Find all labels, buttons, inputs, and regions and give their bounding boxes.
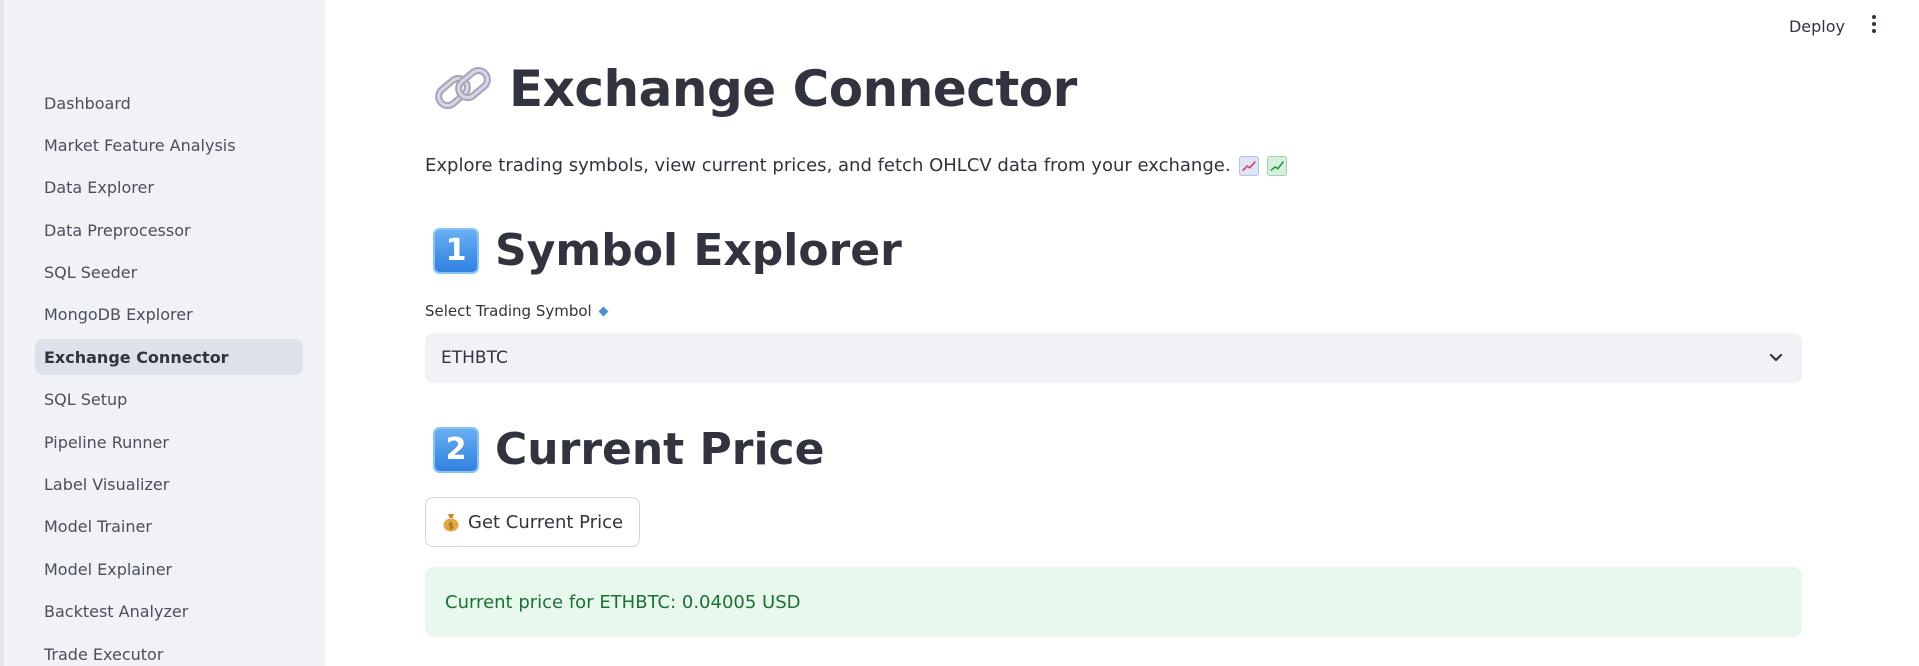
deploy-button[interactable]: Deploy [1789, 13, 1845, 40]
sidebar-item-dashboard[interactable]: Dashboard [35, 85, 303, 121]
required-diamond-icon [598, 306, 609, 316]
current-price-header: 2 Current Price [433, 424, 824, 475]
symbol-explorer-header: 1 Symbol Explorer [433, 225, 902, 276]
sidebar-nav: Dashboard Market Feature Analysis Data E… [35, 85, 303, 666]
kebab-menu-icon[interactable] [1867, 13, 1881, 35]
symbol-select-label: Select Trading Symbol [425, 302, 609, 320]
sidebar-item-trade-executor[interactable]: Trade Executor [35, 636, 303, 666]
sidebar-item-data-preprocessor[interactable]: Data Preprocessor [35, 212, 303, 248]
current-price-result-text: Current price for ETHBTC: 0.04005 USD [445, 591, 801, 613]
sidebar: Dashboard Market Feature Analysis Data E… [0, 0, 325, 666]
sidebar-item-sql-seeder[interactable]: SQL Seeder [35, 255, 303, 291]
app-root: Dashboard Market Feature Analysis Data E… [0, 0, 1919, 666]
keycap-two-icon: 2 [433, 426, 479, 473]
sidebar-item-exchange-connector[interactable]: Exchange Connector [35, 339, 303, 376]
keycap-one-icon: 1 [433, 227, 479, 274]
symbol-explorer-title: Symbol Explorer [495, 225, 902, 276]
sidebar-item-sql-setup[interactable]: SQL Setup [35, 382, 303, 418]
chart-green-icon [1266, 155, 1287, 176]
get-current-price-button[interactable]: $ Get Current Price [425, 497, 641, 547]
page-title: Exchange Connector [509, 60, 1077, 118]
current-price-result: Current price for ETHBTC: 0.04005 USD [425, 567, 1802, 637]
current-price-title: Current Price [495, 424, 825, 475]
subtitle-text: Explore trading symbols, view current pr… [425, 155, 1231, 176]
money-bag-icon: $ [443, 514, 459, 532]
trading-symbol-select[interactable]: ETHBTC [425, 333, 1802, 383]
sidebar-item-label-visualizer[interactable]: Label Visualizer [35, 467, 303, 503]
symbol-select-label-text: Select Trading Symbol [425, 302, 592, 320]
sidebar-item-model-explainer[interactable]: Model Explainer [35, 551, 303, 587]
trading-symbol-value: ETHBTC [441, 348, 508, 368]
get-current-price-label: Get Current Price [468, 511, 624, 533]
sidebar-item-market-feature-analysis[interactable]: Market Feature Analysis [35, 127, 303, 163]
page-header: Exchange Connector [433, 60, 1077, 118]
sidebar-item-mongodb-explorer[interactable]: MongoDB Explorer [35, 297, 303, 333]
sidebar-item-pipeline-runner[interactable]: Pipeline Runner [35, 424, 303, 460]
svg-text:$: $ [448, 522, 454, 532]
link-icon [435, 67, 491, 109]
sidebar-item-model-trainer[interactable]: Model Trainer [35, 509, 303, 545]
page-subtitle: Explore trading symbols, view current pr… [425, 155, 1287, 176]
chart-increasing-icon [1238, 155, 1259, 176]
sidebar-item-backtest-analyzer[interactable]: Backtest Analyzer [35, 594, 303, 630]
chevron-down-icon[interactable] [1768, 351, 1784, 365]
sidebar-item-data-explorer[interactable]: Data Explorer [35, 170, 303, 206]
